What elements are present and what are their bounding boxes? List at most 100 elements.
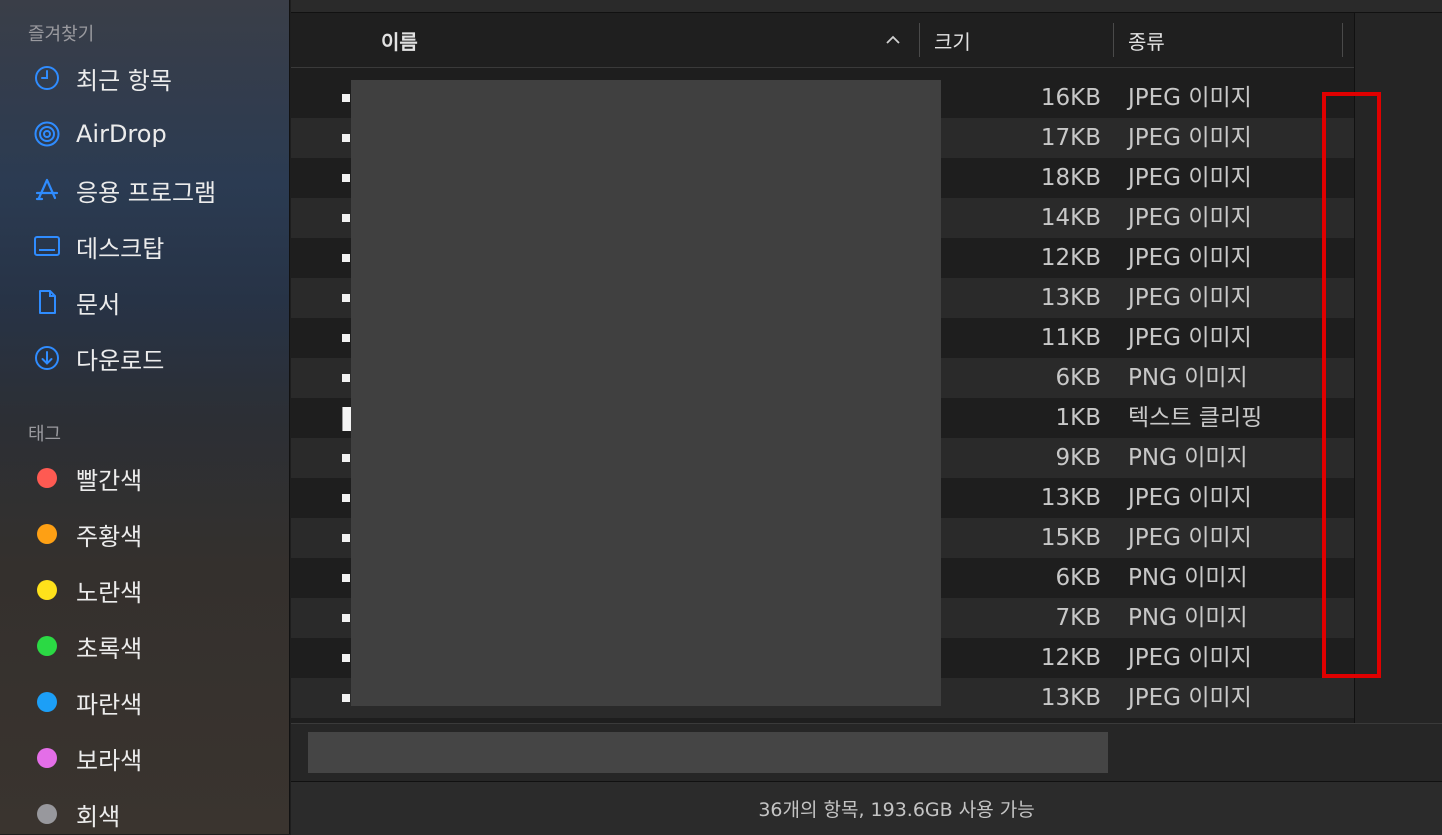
sidebar-tag-blue[interactable]: 파란색	[32, 682, 282, 722]
sidebar-item-label: 노란색	[76, 578, 143, 607]
file-icon	[342, 214, 350, 222]
file-kind: JPEG 이미지	[1128, 125, 1252, 151]
file-size: 7KB	[1055, 605, 1102, 631]
file-kind: 텍스트 클리핑	[1128, 405, 1263, 431]
sidebar-item-label: AirDrop	[76, 120, 167, 148]
file-size: 12KB	[1040, 245, 1101, 271]
sidebar-item-label: 초록색	[76, 634, 143, 663]
file-kind: PNG 이미지	[1128, 605, 1248, 631]
column-header-kind-label: 종류	[1128, 29, 1165, 54]
column-separator[interactable]	[1342, 23, 1343, 57]
file-size: 12KB	[1040, 645, 1101, 671]
file-kind: JPEG 이미지	[1128, 85, 1252, 111]
file-size: 16KB	[1040, 85, 1101, 111]
file-icon	[342, 574, 350, 582]
column-separator[interactable]	[919, 23, 920, 57]
sidebar-item-label: 빨간색	[76, 466, 143, 495]
file-size: 18KB	[1040, 165, 1101, 191]
sidebar-item-label: 파란색	[76, 690, 143, 719]
file-kind: PNG 이미지	[1128, 565, 1248, 591]
sidebar-tag-red[interactable]: 빨간색	[32, 458, 282, 498]
document-icon	[32, 287, 62, 317]
sidebar-item-label: 주황색	[76, 522, 143, 551]
tag-gray-dot-icon	[37, 804, 57, 824]
tag-orange-dot-icon	[37, 524, 57, 544]
column-separator[interactable]	[1113, 23, 1114, 57]
favorites-section-title: 즐겨찾기	[28, 24, 95, 45]
download-icon	[32, 343, 62, 373]
file-size: 13KB	[1040, 285, 1101, 311]
file-icon	[342, 454, 350, 462]
sidebar-item-recents[interactable]: 최근 항목	[32, 58, 282, 98]
file-size: 13KB	[1040, 685, 1101, 711]
sidebar-item-airdrop[interactable]: AirDrop	[32, 114, 282, 154]
file-kind: JPEG 이미지	[1128, 165, 1252, 191]
file-size: 13KB	[1040, 485, 1101, 511]
file-icon	[342, 614, 350, 622]
file-icon	[342, 174, 350, 182]
file-icon	[342, 494, 350, 502]
file-icon	[342, 654, 350, 662]
sort-ascending-icon[interactable]	[885, 28, 901, 52]
file-icon	[342, 694, 350, 702]
airdrop-icon	[32, 119, 62, 149]
file-size: 6KB	[1055, 565, 1102, 591]
file-kind: PNG 이미지	[1128, 445, 1248, 471]
tags-section-title: 태그	[28, 424, 62, 445]
sidebar: 즐겨찾기 최근 항목 AirDrop 응용 프로그램 데스크탑 문서 다운로드 …	[0, 0, 290, 834]
redacted-path	[308, 732, 1108, 773]
file-list-pane: 이름 크기 종류 16KB JPEG 이미지 17KB JPEG 이미지 18K…	[291, 0, 1442, 835]
sidebar-item-label: 문서	[76, 290, 121, 319]
file-kind: JPEG 이미지	[1128, 525, 1252, 551]
scroll-gutter[interactable]	[1354, 13, 1442, 723]
redacted-file-names	[351, 80, 941, 706]
file-kind: JPEG 이미지	[1128, 685, 1252, 711]
column-header-size[interactable]: 크기	[934, 13, 1104, 67]
applications-icon	[32, 175, 62, 205]
status-text: 36개의 항목, 193.6GB 사용 가능	[758, 799, 1035, 821]
sidebar-item-label: 다운로드	[76, 346, 165, 375]
column-header-size-label: 크기	[934, 29, 971, 54]
column-header-name-label: 이름	[381, 29, 418, 54]
file-size: 1KB	[1055, 405, 1102, 431]
file-icon	[342, 374, 350, 382]
column-header-kind[interactable]: 종류	[1128, 13, 1338, 67]
tag-green-dot-icon	[37, 636, 57, 656]
column-header-bar: 이름 크기 종류	[291, 13, 1354, 68]
file-icon	[342, 134, 350, 142]
file-size: 6KB	[1055, 365, 1102, 391]
sidebar-item-downloads[interactable]: 다운로드	[32, 338, 282, 378]
sidebar-tag-orange[interactable]: 주황색	[32, 514, 282, 554]
desktop-icon	[32, 231, 62, 261]
file-kind: JPEG 이미지	[1128, 645, 1252, 671]
file-size: 9KB	[1055, 445, 1102, 471]
column-header-name[interactable]: 이름	[381, 13, 911, 67]
toolbar-edge	[291, 0, 1442, 13]
file-kind: JPEG 이미지	[1128, 245, 1252, 271]
sidebar-item-label: 최근 항목	[76, 66, 172, 95]
file-size: 17KB	[1040, 125, 1101, 151]
sidebar-item-label: 회색	[76, 802, 121, 831]
file-icon	[342, 294, 350, 302]
file-kind: JPEG 이미지	[1128, 205, 1252, 231]
sidebar-item-desktop[interactable]: 데스크탑	[32, 226, 282, 266]
file-icon	[342, 534, 350, 542]
status-bar: 36개의 항목, 193.6GB 사용 가능	[291, 781, 1442, 835]
tag-purple-dot-icon	[37, 748, 57, 768]
clock-icon	[32, 63, 62, 93]
file-size: 11KB	[1040, 325, 1101, 351]
file-size: 14KB	[1040, 205, 1101, 231]
sidebar-tag-purple[interactable]: 보라색	[32, 738, 282, 778]
sidebar-tag-green[interactable]: 초록색	[32, 626, 282, 666]
path-bar	[291, 724, 1442, 781]
sidebar-tag-yellow[interactable]: 노란색	[32, 570, 282, 610]
tag-yellow-dot-icon	[37, 580, 57, 600]
file-kind: JPEG 이미지	[1128, 325, 1252, 351]
file-kind: JPEG 이미지	[1128, 485, 1252, 511]
sidebar-item-applications[interactable]: 응용 프로그램	[32, 170, 282, 210]
file-kind: JPEG 이미지	[1128, 285, 1252, 311]
file-icon	[342, 334, 350, 342]
sidebar-tag-gray[interactable]: 회색	[32, 794, 282, 834]
sidebar-item-documents[interactable]: 문서	[32, 282, 282, 322]
file-icon	[342, 254, 350, 262]
